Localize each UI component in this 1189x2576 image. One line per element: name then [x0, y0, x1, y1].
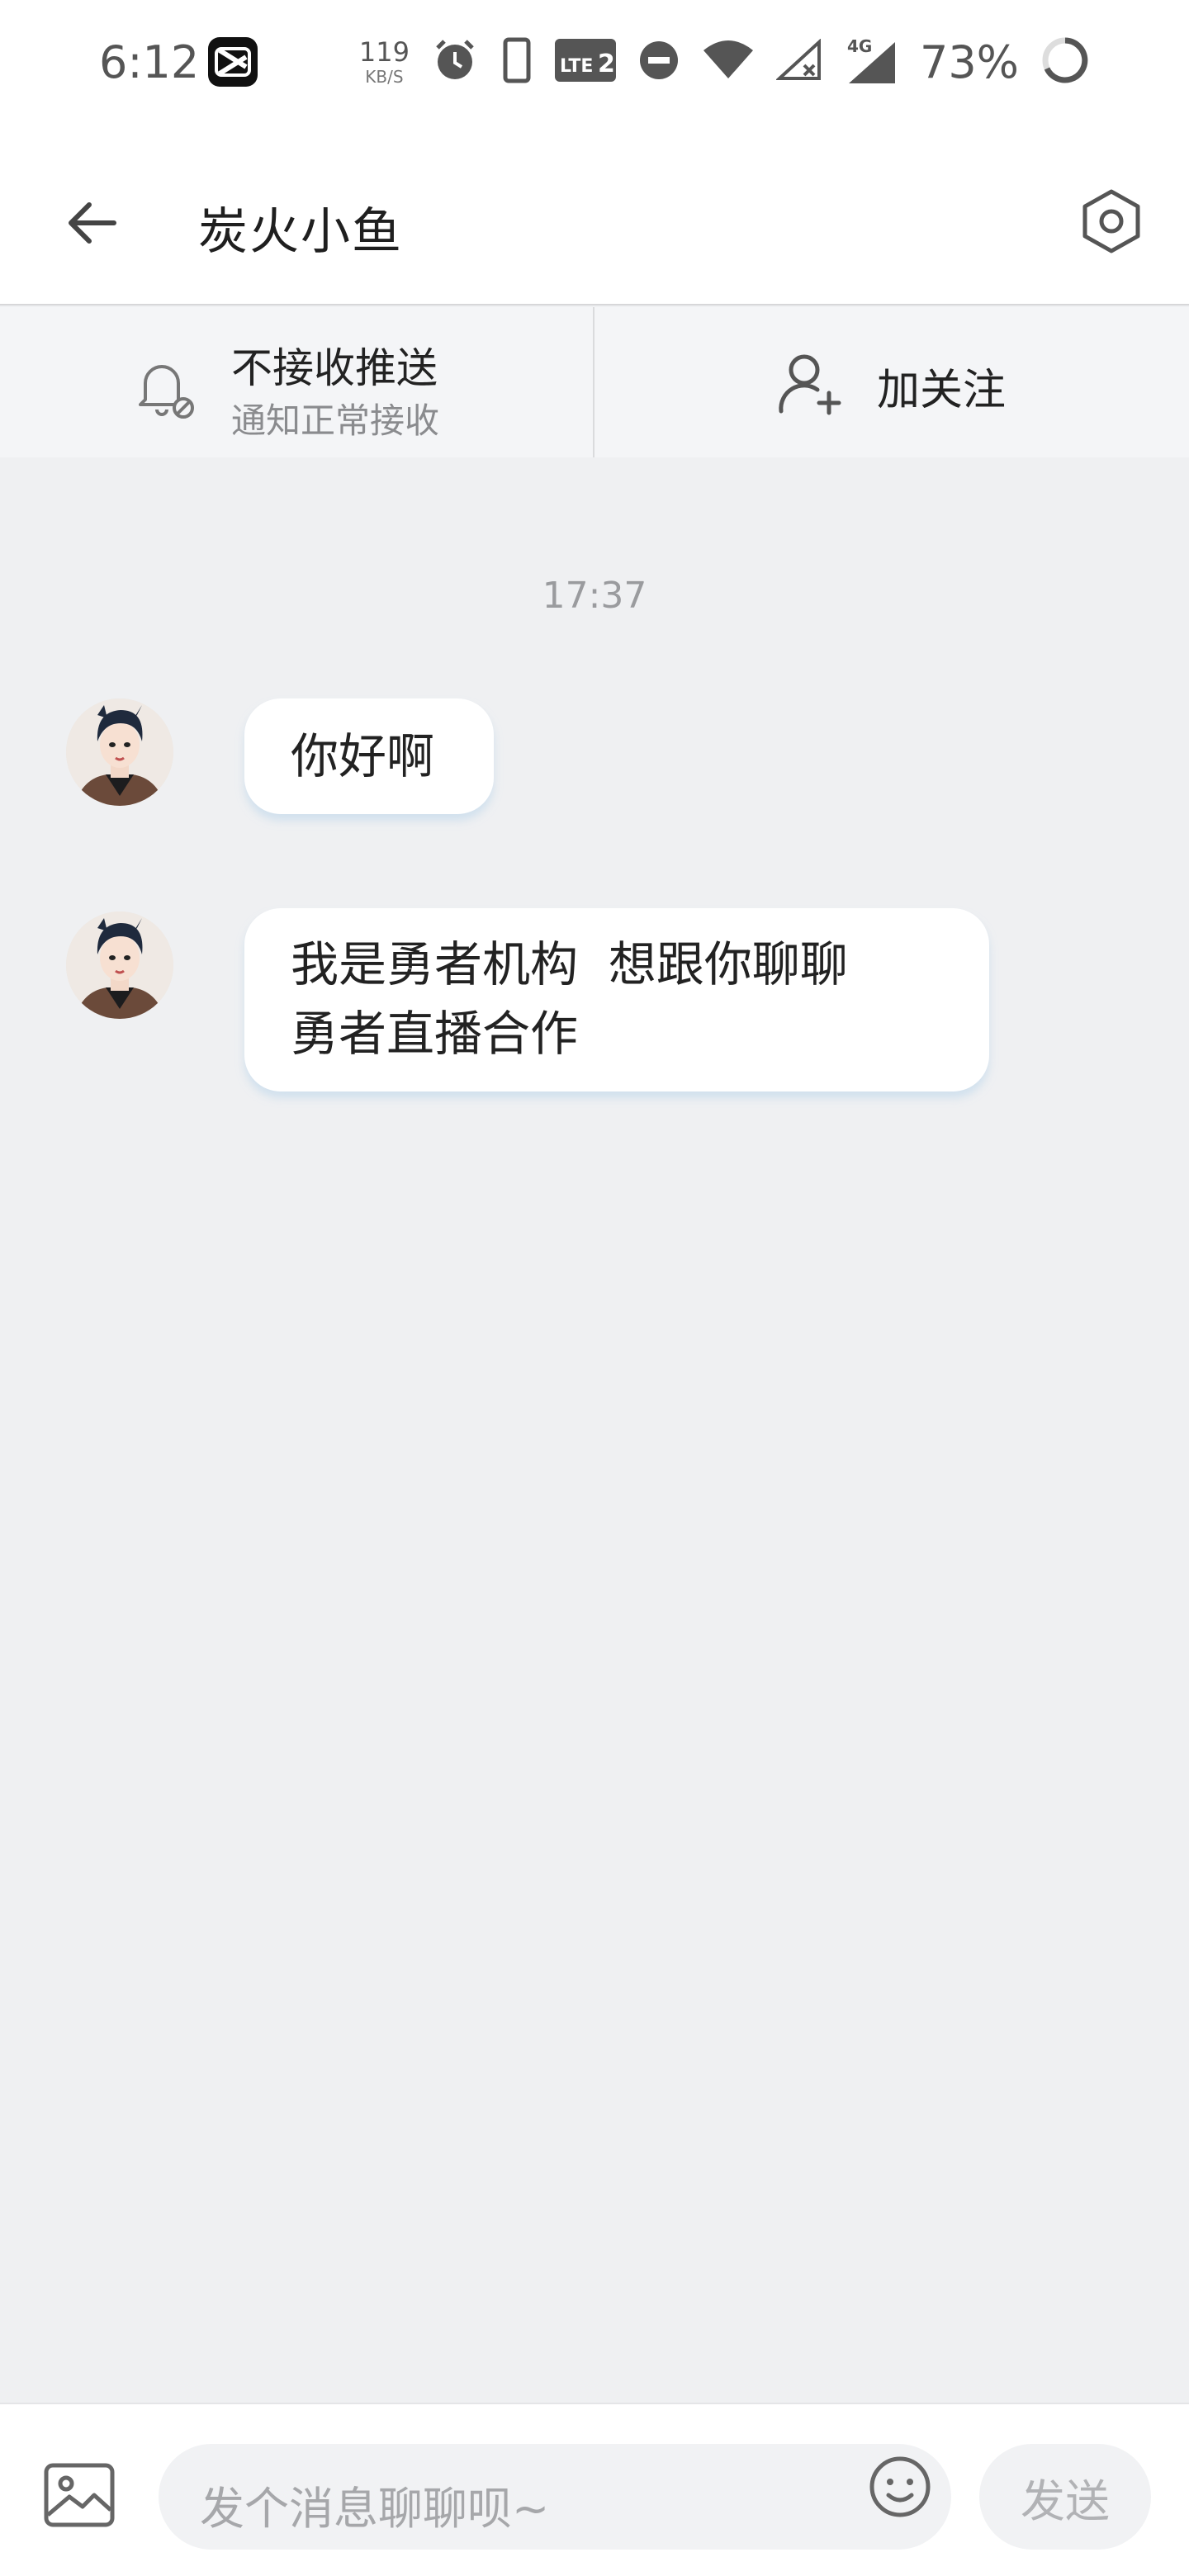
settings-button[interactable]: [1070, 180, 1153, 263]
follow-button[interactable]: 加关注: [594, 307, 1189, 457]
capcut-app-icon: [208, 37, 258, 87]
push-setting-title: 不接收推送: [231, 344, 438, 392]
message-input[interactable]: 发个消息聊聊呗~: [159, 2444, 951, 2550]
message-text-line: 我是勇者机构 想跟你聊聊: [291, 936, 848, 992]
action-bar: 不接收推送 通知正常接收 加关注: [0, 307, 1189, 457]
message-text-line: 勇者直播合作: [291, 1006, 579, 1062]
signal-no-service-icon: [775, 38, 824, 85]
push-setting-subtitle: 通知正常接收: [231, 400, 440, 441]
back-button[interactable]: [53, 183, 132, 263]
svg-text:4G: 4G: [847, 36, 872, 56]
avatar[interactable]: [66, 912, 173, 1019]
alarm-icon: [431, 36, 479, 88]
net-speed-unit: KB/S: [365, 67, 404, 87]
avatar-illustration: [66, 912, 173, 1019]
settings-hexagon-icon: [1082, 189, 1140, 253]
chat-header: 炭火小鱼: [0, 124, 1189, 305]
wifi-icon: [702, 39, 755, 85]
battery-text: 73%: [919, 36, 1019, 88]
bell-muted-icon: [139, 365, 194, 419]
status-time: 6:12: [99, 36, 200, 88]
back-arrow-icon: [69, 202, 116, 244]
svg-text:2: 2: [598, 50, 615, 78]
follow-label: 加关注: [877, 366, 1007, 415]
battery-ring-icon: [1040, 36, 1090, 88]
svg-text:LTE: LTE: [560, 56, 593, 77]
avatar[interactable]: [66, 698, 173, 806]
composer-bar: 发个消息聊聊呗~ 发送: [0, 2403, 1189, 2576]
page-title: 炭火小鱼: [198, 203, 403, 261]
message-timestamp: 17:37: [542, 575, 647, 617]
signal-4g-icon: 4G: [846, 36, 898, 88]
message-bubble[interactable]: 你好啊: [244, 698, 494, 814]
chat-screen: 6:12 119 KB/S LTE 2 4G 73% 炭火小鱼 不接收推送 通知…: [0, 0, 1189, 2576]
emoji-icon: [869, 2456, 931, 2517]
emoji-button[interactable]: [867, 2454, 933, 2520]
message-bubble[interactable]: 我是勇者机构 想跟你聊聊 勇者直播合作: [244, 908, 989, 1091]
user-add-icon: [779, 354, 841, 415]
send-button[interactable]: 发送: [979, 2444, 1151, 2550]
net-speed: 119 KB/S: [359, 39, 410, 85]
status-bar: 6:12 119 KB/S LTE 2 4G 73%: [0, 0, 1189, 124]
image-picker-button[interactable]: [40, 2455, 119, 2535]
avatar-illustration: [66, 698, 173, 806]
message-input-placeholder: 发个消息聊聊呗~: [200, 2483, 550, 2535]
image-icon: [44, 2463, 115, 2527]
message-text: 你好啊: [291, 728, 435, 784]
push-setting-button[interactable]: 不接收推送 通知正常接收: [0, 307, 594, 457]
volte-icon: LTE 2: [554, 39, 616, 85]
phone-icon: [500, 36, 533, 88]
dnd-icon: [637, 39, 680, 85]
net-speed-value: 119: [358, 36, 410, 68]
